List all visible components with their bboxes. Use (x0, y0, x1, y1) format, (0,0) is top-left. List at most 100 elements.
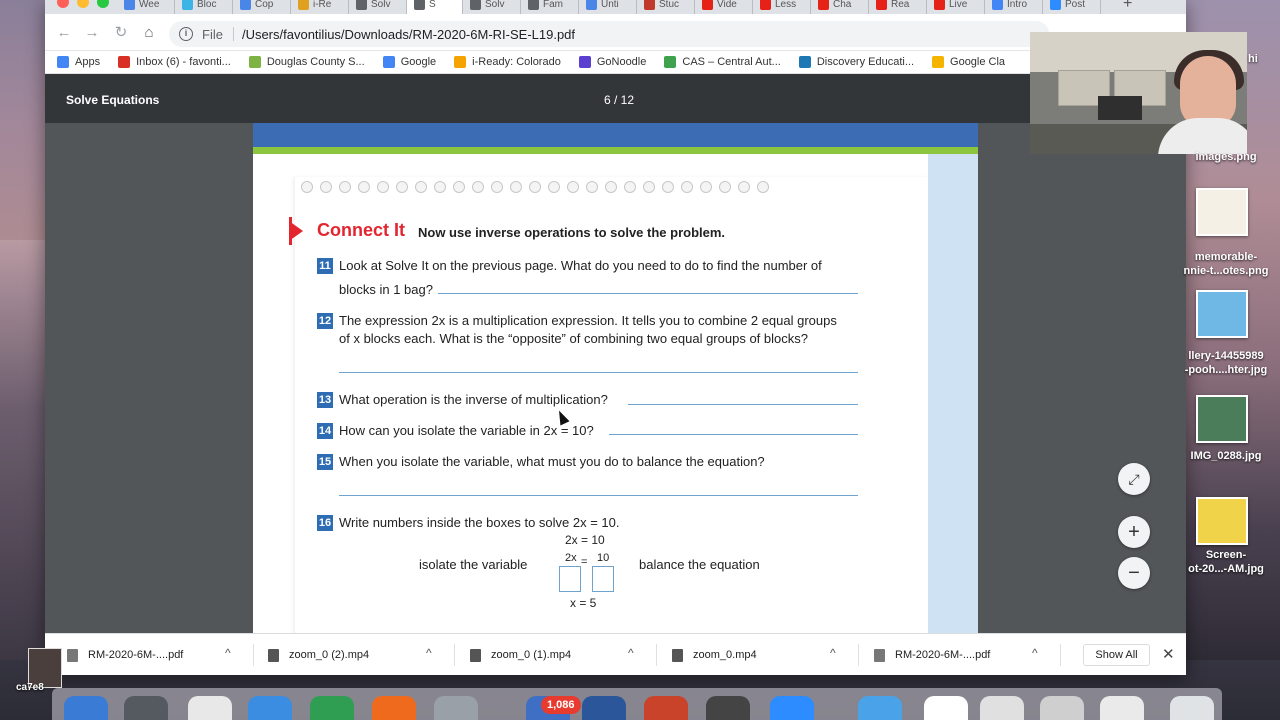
bookmark-5[interactable]: GoNoodle (578, 56, 646, 68)
tab-label: Solv (485, 0, 505, 10)
bookmark-1[interactable]: Inbox (6) - favonti... (118, 56, 231, 68)
download-item[interactable]: RM-2020-6M-....pdf (874, 644, 990, 666)
answer-box-right[interactable] (592, 566, 614, 592)
forward-arrow-icon[interactable]: → (83, 24, 101, 42)
document-icon[interactable] (980, 696, 1024, 720)
tab-14[interactable]: Live (927, 0, 985, 14)
tab-16[interactable]: Post (1043, 0, 1101, 14)
tab-1[interactable]: Bloc (175, 0, 233, 14)
maximize-window-button[interactable] (97, 0, 109, 8)
desktop-file-thumbnail[interactable] (1196, 395, 1248, 443)
mail-badge: 1,086 (541, 696, 581, 714)
launchpad-icon[interactable] (434, 696, 478, 720)
zoom-in-button[interactable]: + (1118, 516, 1150, 548)
tab-favicon-icon (124, 0, 135, 10)
powerpoint-icon[interactable] (644, 696, 688, 720)
download-item[interactable]: zoom_0.mp4 (672, 644, 757, 666)
close-downloads-icon[interactable]: ✕ (1162, 645, 1175, 663)
show-all-button[interactable]: Show All (1083, 644, 1150, 666)
folder-icon[interactable] (858, 696, 902, 720)
document-icon[interactable] (1040, 696, 1084, 720)
zoom-out-button[interactable]: − (1118, 557, 1150, 589)
minimize-window-button[interactable] (77, 0, 89, 8)
download-item[interactable]: zoom_0 (1).mp4 (470, 644, 571, 666)
bookmark-7[interactable]: Discovery Educati... (798, 56, 915, 68)
download-item[interactable]: zoom_0 (2).mp4 (268, 644, 369, 666)
app-icon[interactable] (706, 696, 750, 720)
bookmark-4[interactable]: i-Ready: Colorado (454, 56, 561, 68)
document-icon[interactable] (924, 696, 968, 720)
desktop-file-thumbnail[interactable] (1196, 290, 1248, 338)
video-call-overlay[interactable] (1030, 32, 1247, 154)
tab-10[interactable]: Vide (695, 0, 753, 14)
bookmark-6[interactable]: CAS – Central Aut... (664, 56, 781, 68)
tab-11[interactable]: Less (753, 0, 811, 14)
back-arrow-icon[interactable]: ← (55, 24, 73, 42)
download-separator (858, 644, 859, 666)
home-icon[interactable]: ⌂ (140, 24, 158, 42)
close-window-button[interactable] (57, 0, 69, 8)
tab-favicon-icon (414, 0, 425, 10)
bookmark-favicon-icon (664, 56, 677, 68)
new-tab-button[interactable]: + (1123, 0, 1132, 13)
info-icon[interactable]: i (179, 27, 193, 41)
tab-label: Cha (833, 0, 852, 10)
pdf-viewport[interactable]: Connect It Now use inverse operations to… (45, 123, 1186, 633)
answer-box-left[interactable] (559, 566, 581, 592)
tab-favicon-icon (586, 0, 597, 10)
tab-9[interactable]: Stuc (637, 0, 695, 14)
chevron-up-icon[interactable]: ^ (225, 646, 231, 660)
chevron-up-icon[interactable]: ^ (1032, 646, 1038, 660)
safari-icon[interactable] (248, 696, 292, 720)
bookmark-favicon-icon (382, 56, 395, 68)
tabs: Wee Bloc Cop i-Re Solv S Solv Fam Unti Stuc Vide Le… (117, 0, 1101, 14)
download-item[interactable]: RM-2020-6M-....pdf (67, 644, 183, 666)
fit-page-icon[interactable]: ⤢ (1118, 463, 1150, 495)
finder-icon[interactable] (64, 696, 108, 720)
tab-13[interactable]: Rea (869, 0, 927, 14)
tab-favicon-icon (644, 0, 655, 10)
chrome-icon[interactable] (310, 696, 354, 720)
system-preferences-icon[interactable] (124, 696, 168, 720)
tab-6[interactable]: Solv (463, 0, 521, 14)
office-icon[interactable] (188, 696, 232, 720)
desktop-file-thumbnail[interactable] (1196, 497, 1248, 545)
bookmark-0[interactable]: Apps (57, 56, 100, 68)
desktop-file-label: IMG_0288.jpg (1190, 450, 1262, 462)
tab-15[interactable]: Intro (985, 0, 1043, 14)
chevron-up-icon[interactable]: ^ (830, 646, 836, 660)
trash-icon[interactable] (1170, 696, 1214, 720)
tab-label: S (429, 0, 436, 10)
tab-label: Cop (255, 0, 274, 10)
zoom-icon[interactable] (770, 696, 814, 720)
tab-7[interactable]: Fam (521, 0, 579, 14)
chevron-up-icon[interactable]: ^ (426, 646, 432, 660)
download-name: zoom_0 (1).mp4 (491, 649, 572, 661)
reload-icon[interactable]: ↻ (112, 24, 130, 42)
file-icon (470, 648, 481, 662)
tab-12[interactable]: Cha (811, 0, 869, 14)
tab-8[interactable]: Unti (579, 0, 637, 14)
firefox-icon[interactable] (372, 696, 416, 720)
desktop-file-thumbnail[interactable] (1196, 188, 1248, 236)
tab-0[interactable]: Wee (117, 0, 175, 14)
bookmark-label: Discovery Educati... (816, 56, 915, 68)
download-name: RM-2020-6M-....pdf (88, 649, 184, 661)
tab-3[interactable]: i-Re (291, 0, 349, 14)
document-icon[interactable] (1100, 696, 1144, 720)
file-icon (268, 648, 279, 662)
tab-label: Unti (601, 0, 619, 10)
bookmark-label: CAS – Central Aut... (682, 56, 781, 68)
address-bar[interactable]: i File /Users/favontilius/Downloads/RM-2… (169, 21, 1049, 47)
bookmark-favicon-icon (932, 56, 945, 68)
tab-2[interactable]: Cop (233, 0, 291, 14)
tab-label: Live (949, 0, 968, 10)
word-icon[interactable] (582, 696, 626, 720)
bookmark-8[interactable]: Google Cla (932, 56, 1005, 68)
bookmark-2[interactable]: Douglas County S... (248, 56, 365, 68)
tab-4[interactable]: Solv (349, 0, 407, 14)
tab-5[interactable]: S (407, 0, 463, 14)
chevron-up-icon[interactable]: ^ (628, 646, 634, 660)
bookmark-3[interactable]: Google (382, 56, 436, 68)
address-url[interactable]: /Users/favontilius/Downloads/RM-2020-6M-… (242, 27, 575, 42)
